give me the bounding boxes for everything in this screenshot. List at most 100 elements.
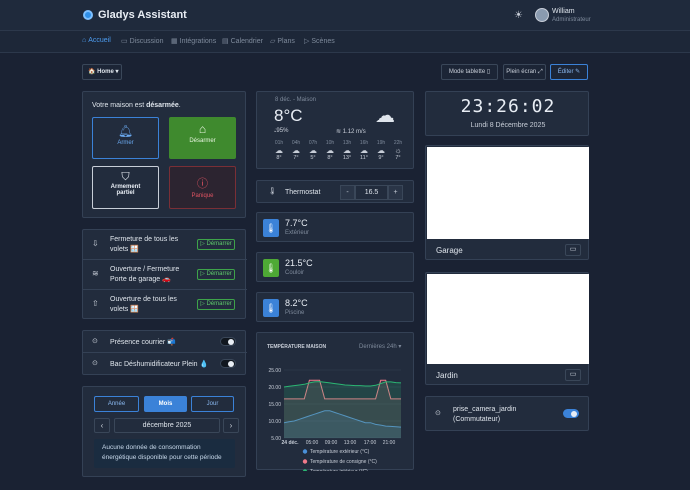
nav-scenes[interactable]: ▷ Scènes: [304, 37, 335, 45]
user-role: Administrateur: [552, 17, 591, 23]
tab-jour[interactable]: Jour: [191, 396, 234, 412]
temperature-chart: 25.00 20.00 15.00 10.00 5.0024 déc. 05:00 09:0…: [268, 368, 402, 471]
bac-deshumidificateur-toggle[interactable]: [220, 359, 236, 368]
legend-marker: [302, 469, 308, 471]
x-tick-label: 21:00: [383, 440, 396, 446]
sensor-card-piscine: 🌡︎ 8.2°C Piscine: [256, 292, 414, 322]
fullscreen-button[interactable]: Plein écran ⤢: [503, 64, 546, 80]
home-select[interactable]: 🏠 Home ▾: [82, 64, 122, 80]
monitor-icon[interactable]: ▭: [565, 244, 581, 256]
list-item: ⊙ Bac Déshumidificateur Plein 💧: [83, 353, 247, 375]
edit-icon: ✎: [575, 69, 581, 75]
tab-annee[interactable]: Année: [94, 396, 139, 412]
calendar-icon: ▤: [222, 38, 229, 45]
weather-temp: 8°C: [274, 106, 303, 125]
grid-icon: ▦: [171, 38, 178, 45]
legend-label: Température extérieur (°C): [310, 449, 370, 455]
x-tick-label: 13:00: [344, 440, 357, 446]
app-title: Gladys Assistant: [98, 9, 187, 21]
forecast-hour-temp: 7°: [293, 155, 299, 161]
prev-period-button[interactable]: ‹: [94, 418, 110, 433]
cloud-icon: ☁: [377, 146, 385, 155]
cloud-icon: ☁: [309, 146, 317, 155]
nav-calendrier[interactable]: ▤ Calendrier: [222, 37, 263, 45]
toggle-icon: ⊙: [435, 410, 441, 417]
nav-plans[interactable]: ▱ Plans: [270, 37, 295, 45]
forecast-hour: 19h ☁ 9°: [373, 140, 389, 161]
disarm-button[interactable]: ⌂ Désarmer: [169, 117, 236, 159]
start-scene-button[interactable]: ▷ Démarrer: [197, 299, 235, 310]
thermostat-minus-button[interactable]: -: [340, 185, 355, 200]
sensor-card-couloir: 🌡︎ 21.5°C Couloir: [256, 252, 414, 282]
alarm-status: Votre maison est désarmée.: [92, 102, 181, 109]
forecast-hour: 22h ☼ 7°: [390, 140, 406, 161]
forecast-hour: 13h ☁ 13°: [339, 140, 355, 161]
clock-card: 23:26:02 Lundi 8 Décembre 2025: [425, 91, 589, 136]
forecast-hour-temp: 8°: [327, 155, 333, 161]
tab-mois[interactable]: Mois: [144, 396, 187, 412]
shield-icon: ⛉: [121, 171, 130, 183]
forecast-hour: 04h ☁ 7°: [288, 140, 304, 161]
wind-icon: ≋: [336, 129, 343, 135]
camera-image[interactable]: [427, 147, 589, 239]
thermometer-icon: 🌡︎: [263, 299, 279, 317]
forecast-hour: 07h ☁ 5°: [305, 140, 321, 161]
clock-date: Lundi 8 Décembre 2025: [470, 122, 546, 129]
humidity: 💧︎95%: [274, 128, 289, 134]
series-area: [284, 381, 401, 438]
alert-circle-icon: ⓘ: [197, 178, 208, 190]
list-item: ≋ Ouverture / Fermeture Porte de garage 🚗…: [83, 260, 247, 290]
x-tick-label: 05:00: [306, 440, 319, 446]
camera-switch-card: ⊙ prise_camera_jardin (Commutateur): [425, 396, 589, 431]
y-tick-label: 25.00: [268, 368, 281, 374]
forecast-hour: 01h ☁ 8°: [271, 140, 287, 161]
energy-card: Année Mois Jour ‹ décembre 2025 › Aucune…: [82, 386, 246, 477]
weather-card: 8 déc. - Maison 8°C ☁ 💧︎95% ≋ 1.12 m/s 0…: [256, 91, 414, 169]
cloud-icon: ☁: [375, 105, 395, 127]
forecast-hour-temp: 7°: [395, 155, 401, 161]
legend-marker: [302, 459, 308, 464]
monitor-icon[interactable]: ▭: [565, 369, 581, 381]
x-tick-label: 24 déc.: [282, 440, 300, 446]
camera-power-toggle[interactable]: [563, 409, 579, 418]
start-scene-button[interactable]: ▷ Démarrer: [197, 239, 235, 250]
temperature-chart-card: TEMPÉRATURE MAISON Dernières 24h ▾ 25.00…: [256, 332, 414, 471]
thermometer-icon: 🌡︎: [263, 259, 279, 277]
nav-discussion[interactable]: ▭ Discussion: [121, 37, 163, 45]
user-name[interactable]: William: [552, 8, 575, 15]
clock-time: 23:26:02: [460, 96, 556, 117]
legend-marker: [302, 449, 308, 454]
energy-empty-message: Aucune donnée de consommation énergétiqu…: [94, 439, 235, 468]
next-period-button[interactable]: ›: [223, 418, 239, 433]
camera-image[interactable]: [427, 274, 589, 364]
partial-arm-button[interactable]: ⛉ Armement partiel: [92, 166, 159, 209]
tablet-mode-button[interactable]: Mode tablette ▯: [441, 64, 498, 80]
theme-toggle-sun-icon[interactable]: ☀: [514, 10, 523, 21]
top-bar: Gladys Assistant ☀ William Administrateu…: [0, 0, 690, 31]
nav-integrations[interactable]: ▦ Intégrations: [171, 37, 216, 45]
thermostat-value-input[interactable]: 16.5: [355, 185, 388, 200]
thermostat-plus-button[interactable]: +: [388, 185, 403, 200]
edit-button[interactable]: Éditer ✎: [550, 64, 588, 80]
panic-button[interactable]: ⓘ Panique: [169, 166, 236, 209]
nav-accueil[interactable]: ⌂ Accueil: [82, 37, 111, 44]
main-nav: ⌂ Accueil ▭ Discussion ▦ Intégrations ▤ Cale…: [0, 31, 690, 53]
tablet-icon: ▯: [486, 69, 491, 75]
expand-icon: ⤢: [537, 69, 543, 75]
map-icon: ▱: [270, 38, 276, 45]
avatar[interactable]: [535, 8, 549, 22]
forecast-hour-temp: 11°: [360, 155, 368, 161]
camera-card-jardin: Jardin ▭: [425, 272, 589, 385]
switches-card: ⊙ Présence courrier 📬 ⊙ Bac Déshumidific…: [82, 330, 247, 375]
start-scene-button[interactable]: ▷ Démarrer: [197, 269, 235, 280]
x-tick-label: 17:00: [364, 440, 377, 446]
cloud-icon: ☁: [343, 146, 351, 155]
forecast-hour-temp: 13°: [342, 155, 352, 161]
y-tick-label: 10.00: [268, 419, 281, 425]
house-icon: ⌂: [198, 122, 207, 136]
presence-courrier-toggle[interactable]: [220, 337, 236, 346]
arm-button[interactable]: 🔔︎ Armer: [92, 117, 159, 159]
list-item: ⇩ Fermeture de tous les volets 🪟 ▷ Démarr…: [83, 230, 247, 260]
forecast-hour-temp: 5°: [310, 155, 316, 161]
y-tick-label: 15.00: [268, 402, 281, 408]
